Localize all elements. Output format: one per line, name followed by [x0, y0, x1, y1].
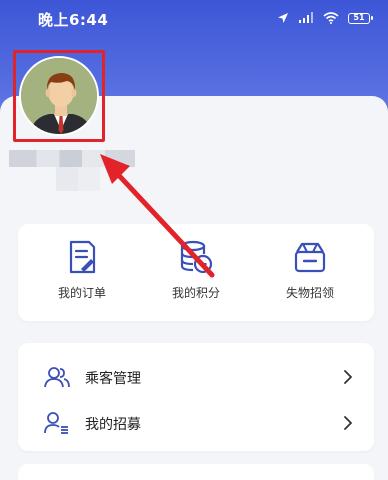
- quick-item-orders[interactable]: 我的订单: [32, 240, 132, 314]
- status-icons: 51: [277, 11, 373, 25]
- location-icon: [278, 13, 288, 23]
- lost-and-found-box-icon: [294, 242, 326, 273]
- status-time: 晚上6:44: [38, 11, 109, 29]
- quick-item-label: 我的订单: [57, 286, 106, 300]
- passengers-icon: [44, 367, 70, 388]
- quick-item-points[interactable]: 我的积分: [146, 240, 246, 314]
- highlight-box: [13, 50, 105, 142]
- quick-actions-card: 我的订单 我的积分 失物招领: [18, 224, 374, 321]
- recruit-person-icon: [44, 412, 68, 434]
- wifi-icon: [323, 12, 339, 24]
- menu-item-passengers[interactable]: 乘客管理: [18, 353, 374, 401]
- order-document-icon: [69, 240, 96, 274]
- username-blurred: [9, 150, 135, 167]
- menu-item-label: 乘客管理: [85, 371, 141, 387]
- avatar-button[interactable]: [13, 50, 105, 142]
- quick-item-lost-found[interactable]: 失物招领: [260, 240, 360, 314]
- next-card-peek: [18, 464, 374, 480]
- menu-item-label: 我的招募: [85, 417, 141, 433]
- quick-item-label: 我的积分: [171, 286, 220, 300]
- status-bar: 晚上6:44 51: [0, 0, 388, 36]
- menu-item-recruit[interactable]: 我的招募: [18, 399, 374, 447]
- quick-item-label: 失物招领: [285, 286, 334, 300]
- menu-list-card: 乘客管理 我的招募: [18, 343, 374, 451]
- battery-icon: 51: [348, 12, 373, 24]
- points-coins-icon: [180, 240, 213, 274]
- signal-icon: [299, 12, 313, 23]
- username-blurred-tail: [56, 167, 100, 191]
- chevron-right-icon: [344, 370, 352, 384]
- chevron-right-icon: [344, 416, 352, 430]
